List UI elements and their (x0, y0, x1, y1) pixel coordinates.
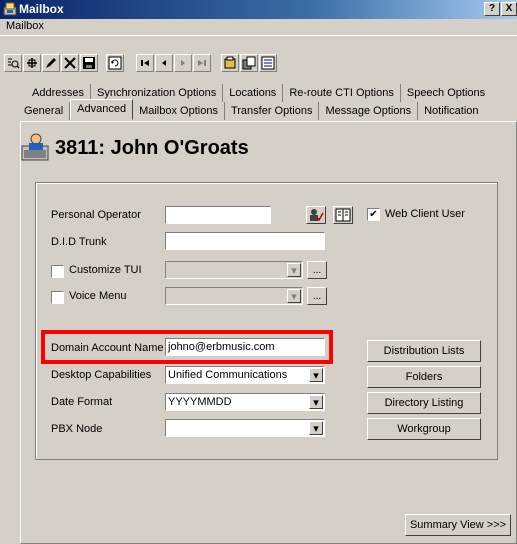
user-check-icon (310, 209, 324, 222)
desktop-capabilities-value: Unified Communications (168, 369, 288, 381)
tab-transfer-options[interactable]: Transfer Options (225, 102, 320, 120)
customize-tui-browse-button[interactable]: ... (307, 261, 327, 279)
last-icon (198, 60, 206, 66)
chevron-down-icon: ▾ (309, 421, 323, 435)
refresh-icon (108, 56, 122, 70)
tab-advanced[interactable]: Advanced (70, 99, 134, 120)
desktop-capabilities-select[interactable]: Unified Communications ▾ (165, 366, 325, 384)
operator-lookup-button[interactable] (306, 206, 326, 224)
edit-icon (46, 58, 56, 68)
did-trunk-input[interactable] (165, 232, 325, 250)
add-button[interactable] (23, 54, 41, 72)
workgroup-button[interactable]: Workgroup (367, 418, 481, 440)
window-title: Mailbox (19, 2, 64, 16)
personal-operator-label: Personal Operator (51, 209, 141, 221)
date-format-value: YYYYMMDD (168, 396, 232, 408)
delete-button[interactable] (61, 54, 79, 72)
chevron-down-icon: ▾ (309, 395, 323, 409)
view-button[interactable] (259, 54, 277, 72)
find-icon (8, 58, 20, 69)
close-button[interactable]: X (501, 2, 517, 16)
view-icon (261, 56, 275, 70)
date-format-label: Date Format (51, 396, 113, 408)
mailbox-heading: 3811: John O'Groats (55, 137, 249, 159)
web-client-user-label: Web Client User (385, 208, 465, 220)
tab-row-2: General Advanced Mailbox Options Transfe… (18, 99, 485, 122)
chevron-down-icon: ▾ (287, 289, 301, 303)
find-button[interactable] (4, 54, 22, 72)
add-icon (27, 58, 37, 68)
save-button[interactable] (80, 54, 98, 72)
previous-icon (162, 60, 166, 66)
delete-icon (64, 57, 76, 69)
voice-menu-select[interactable]: ▾ (165, 287, 303, 305)
menu-bar: Mailbox (0, 19, 517, 35)
tab-notification[interactable]: Notification (418, 102, 484, 120)
directory-listing-button[interactable]: Directory Listing (367, 392, 481, 414)
last-record-button[interactable] (193, 54, 211, 72)
folder-icon (224, 56, 236, 69)
tab-strip: Addresses Synchronization Options Locati… (24, 84, 517, 124)
personal-operator-input[interactable] (165, 206, 271, 224)
copy-button[interactable] (240, 54, 258, 72)
tab-speech-options[interactable]: Speech Options (401, 84, 491, 102)
voice-menu-checkbox[interactable] (51, 291, 64, 304)
mailbox-user-icon (21, 133, 49, 161)
help-button[interactable]: ? (484, 2, 500, 16)
title-bar: Mailbox ? X (0, 0, 517, 19)
mailbox-window: Mailbox ? X Mailbox Addresses Synchroniz… (0, 0, 517, 544)
toolbar (0, 35, 517, 73)
save-icon (83, 57, 95, 69)
tab-mailbox-options[interactable]: Mailbox Options (133, 102, 225, 120)
tab-reroute-cti-options[interactable]: Re-route CTI Options (283, 84, 401, 102)
address-book-icon (335, 208, 351, 222)
summary-view-button[interactable]: Summary View >>> (405, 514, 511, 536)
menu-item-mailbox[interactable]: Mailbox (6, 20, 44, 32)
desktop-capabilities-label: Desktop Capabilities (51, 369, 152, 381)
next-record-button[interactable] (174, 54, 192, 72)
date-format-select[interactable]: YYYYMMDD ▾ (165, 393, 325, 411)
chevron-down-icon: ▾ (287, 263, 301, 277)
operator-directory-button[interactable] (333, 206, 353, 224)
previous-record-button[interactable] (155, 54, 173, 72)
tab-message-options[interactable]: Message Options (319, 102, 419, 120)
tab-locations[interactable]: Locations (223, 84, 284, 102)
folder-button[interactable] (221, 54, 239, 72)
customize-tui-label: Customize TUI (69, 264, 142, 276)
web-client-user-checkbox[interactable]: ✔ (367, 208, 380, 221)
first-icon (141, 60, 149, 66)
pbx-node-label: PBX Node (51, 423, 103, 435)
first-record-button[interactable] (136, 54, 154, 72)
edit-button[interactable] (42, 54, 60, 72)
chevron-down-icon: ▾ (309, 368, 323, 382)
voice-menu-browse-button[interactable]: ... (307, 287, 327, 305)
distribution-lists-button[interactable]: Distribution Lists (367, 340, 481, 362)
mailbox-app-icon (3, 2, 17, 16)
customize-tui-select[interactable]: ▾ (165, 261, 303, 279)
copy-icon (242, 56, 256, 70)
voice-menu-label: Voice Menu (69, 290, 127, 302)
did-trunk-label: D.I.D Trunk (51, 236, 107, 248)
tab-general[interactable]: General (18, 102, 71, 120)
highlight-box (41, 330, 333, 364)
folders-button[interactable]: Folders (367, 366, 481, 388)
refresh-button[interactable] (106, 54, 124, 72)
pbx-node-select[interactable]: ▾ (165, 419, 325, 437)
next-icon (181, 60, 185, 66)
customize-tui-checkbox[interactable] (51, 265, 64, 278)
